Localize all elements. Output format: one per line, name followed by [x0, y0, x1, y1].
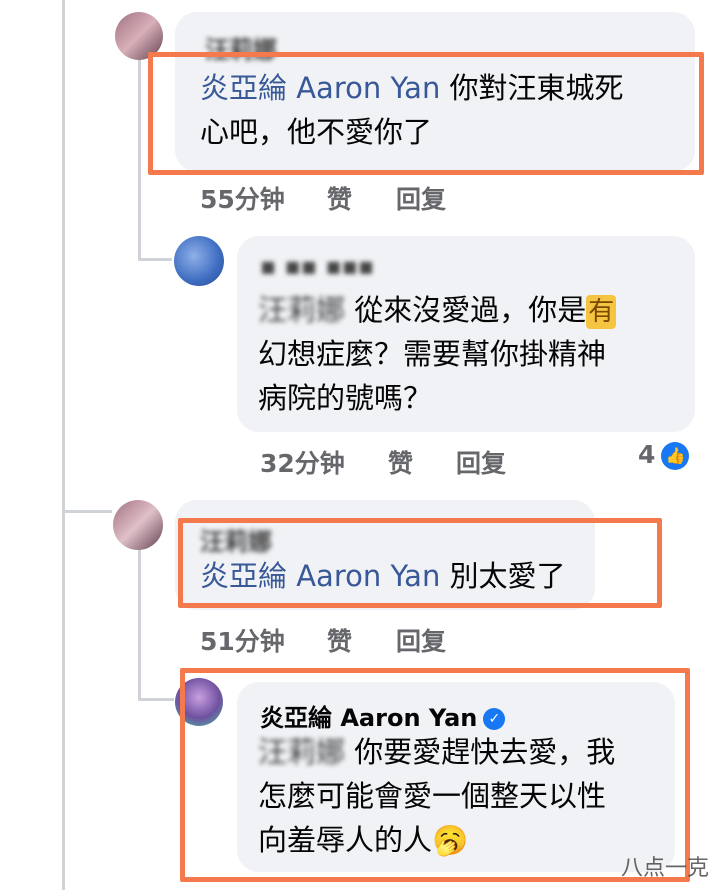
comment-time[interactable]: 51分钟 — [200, 622, 285, 658]
thread-line-reply-2 — [138, 550, 141, 700]
watermark: 八点一克 — [620, 856, 709, 881]
thumbs-up-icon: 👍 — [661, 442, 690, 470]
thread-line-branch-2 — [62, 510, 112, 513]
reply-button[interactable]: 回复 — [396, 622, 446, 658]
thread-line-reply-2-elbow — [138, 698, 174, 701]
comment-text: 汪莉娜 從來沒愛過，你是有 幻想症麼？需要幫你掛精神 病院的號嗎？ — [258, 288, 678, 420]
highlight-box — [180, 668, 690, 882]
reply-button[interactable]: 回复 — [456, 444, 506, 480]
reaction-count-value: 4 — [638, 440, 656, 469]
comment-text-line1: 從來沒愛過，你是 — [345, 293, 587, 327]
like-button[interactable]: 赞 — [327, 622, 352, 658]
comment-text-line3: 病院的號嗎？ — [258, 381, 433, 415]
comment-author[interactable]: ▪ ▪▪ ▪▪▪ — [260, 252, 374, 280]
thread-line-reply-1 — [138, 60, 141, 260]
thread-line-reply-1-elbow — [138, 258, 172, 261]
avatar[interactable] — [113, 500, 163, 550]
comment-time[interactable]: 32分钟 — [260, 444, 345, 480]
yu-emoji-icon: 有 — [586, 295, 617, 329]
like-button[interactable]: 赞 — [388, 444, 413, 480]
thread-line-main — [62, 0, 65, 890]
reaction-count[interactable]: 4 👍 — [638, 440, 690, 470]
mention-link[interactable]: 汪莉娜 — [258, 293, 345, 327]
avatar[interactable] — [174, 236, 224, 286]
reply-button[interactable]: 回复 — [396, 180, 446, 216]
like-button[interactable]: 赞 — [327, 180, 352, 216]
highlight-box — [148, 52, 704, 175]
comment-time[interactable]: 55分钟 — [200, 180, 285, 216]
comment-text-line2: 幻想症麼？需要幫你掛精神 — [258, 337, 607, 371]
highlight-box — [178, 518, 662, 608]
